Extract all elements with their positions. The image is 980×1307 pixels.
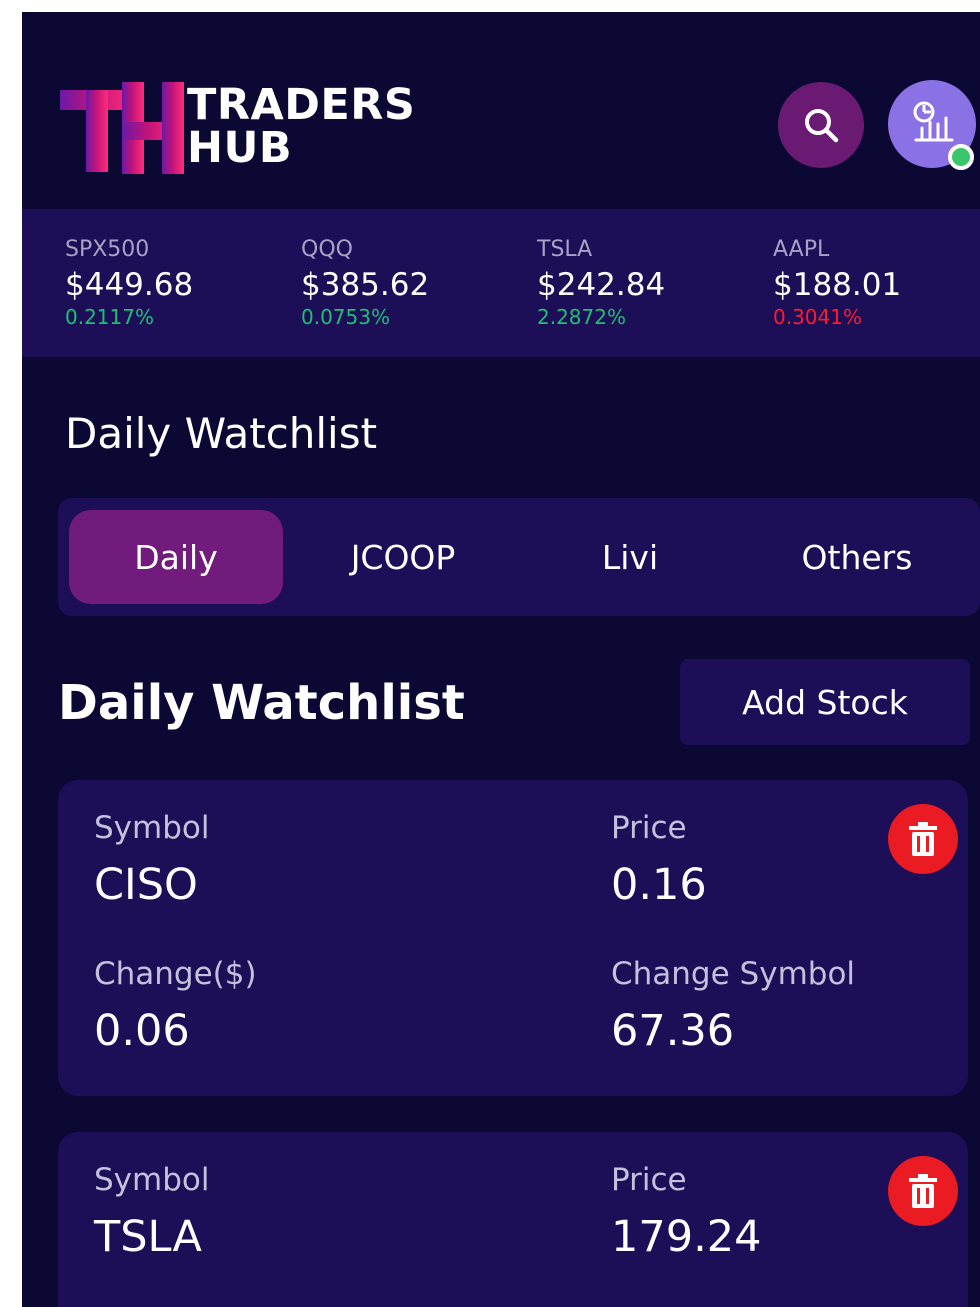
- logo-wordmark: TRADERS HUB: [187, 84, 415, 170]
- th-monogram-icon: [60, 82, 184, 174]
- symbol-value: TSLA: [94, 1212, 202, 1262]
- ticker-symbol: SPX500: [65, 237, 150, 262]
- ticker-item[interactable]: AAPL $188.01 0.3041%: [773, 237, 980, 330]
- add-stock-button[interactable]: Add Stock: [680, 659, 970, 745]
- price-value: 179.24: [611, 1212, 762, 1262]
- ticker-price: $188.01: [773, 267, 902, 303]
- search-icon: [805, 109, 839, 143]
- watchlist-title: Daily Watchlist: [58, 675, 465, 731]
- stock-card: Symbol TSLA Price 179.24: [58, 1132, 968, 1307]
- chart-avatar-icon: [913, 101, 954, 142]
- ticker-change: 2.2872%: [537, 305, 626, 329]
- price-label: Price: [611, 1162, 687, 1198]
- ticker-symbol: QQQ: [301, 237, 353, 262]
- ticker-price: $449.68: [65, 267, 194, 303]
- ticker-symbol: TSLA: [537, 237, 593, 262]
- change-symbol-label: Change Symbol: [611, 956, 856, 992]
- symbol-value: CISO: [94, 860, 198, 910]
- trash-icon: [909, 1174, 937, 1208]
- ticker-item[interactable]: TSLA $242.84 2.2872%: [537, 237, 757, 330]
- section-title: Daily Watchlist: [65, 409, 378, 458]
- stock-card: Symbol CISO Price 0.16 Change($) 0.06 Ch…: [58, 780, 968, 1096]
- app-header: TRADERS HUB: [22, 12, 980, 209]
- delete-stock-button[interactable]: [888, 804, 958, 874]
- delete-stock-button[interactable]: [888, 1156, 958, 1226]
- tab-others[interactable]: Others: [750, 510, 964, 604]
- online-status-dot: [948, 144, 974, 170]
- symbol-label: Symbol: [94, 810, 210, 846]
- symbol-label: Symbol: [94, 1162, 210, 1198]
- logo-line-traders: TRADERS: [187, 80, 416, 130]
- search-button[interactable]: [778, 82, 864, 168]
- price-value: 0.16: [611, 860, 707, 910]
- trash-icon: [909, 822, 937, 856]
- tab-livi[interactable]: Livi: [523, 510, 737, 604]
- price-label: Price: [611, 810, 687, 846]
- ticker-price: $242.84: [537, 267, 666, 303]
- traders-hub-logo[interactable]: [60, 82, 190, 186]
- market-ticker: SPX500 $449.68 0.2117% QQQ $385.62 0.075…: [22, 209, 980, 357]
- ticker-symbol: AAPL: [773, 237, 830, 262]
- tab-daily[interactable]: Daily: [69, 510, 283, 604]
- ticker-change: 0.2117%: [65, 305, 154, 329]
- ticker-item[interactable]: QQQ $385.62 0.0753%: [301, 237, 521, 330]
- change-label: Change($): [94, 956, 257, 992]
- ticker-change: 0.3041%: [773, 305, 862, 329]
- change-value: 0.06: [94, 1006, 190, 1056]
- ticker-item[interactable]: SPX500 $449.68 0.2117%: [65, 237, 285, 330]
- ticker-price: $385.62: [301, 267, 430, 303]
- ticker-change: 0.0753%: [301, 305, 390, 329]
- logo-line-hub: HUB: [187, 123, 293, 173]
- tab-jcoop[interactable]: JCOOP: [296, 510, 510, 604]
- app-screen: TRADERS HUB SPX500 $449.68 0.2117% QQQ $…: [22, 12, 980, 1307]
- change-symbol-value: 67.36: [611, 1006, 735, 1056]
- watchlist-tabs: Daily JCOOP Livi Others: [58, 498, 980, 616]
